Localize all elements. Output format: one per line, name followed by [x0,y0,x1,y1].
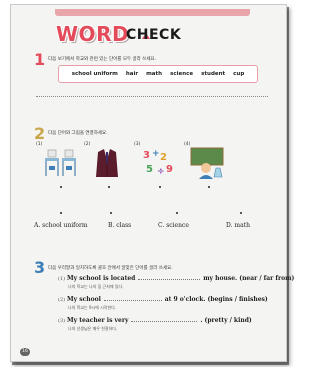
word-bank-item: school uniform [71,71,118,77]
school-uniform-icon [96,149,118,177]
word-bank-item: cup [233,71,245,77]
section-2-number: 2 [34,124,46,143]
sentence-end: my house. (near / far from) [203,275,295,282]
sentence-end: at 9 o'clock. (begins / finishes) [164,296,268,303]
korean-hint: 나의 선생님은 매우 친절하다. [68,326,118,331]
match-dot-picture[interactable] [159,186,161,188]
match-dot-picture[interactable] [108,186,110,188]
title-word: WORD [56,22,130,46]
svg-text:÷: ÷ [157,167,165,177]
svg-text:3: 3 [143,150,150,161]
section-3-number: 3 [34,258,46,277]
sentence-start: My school [67,296,101,303]
sentence-1: (1) My school is located my house. (near… [58,275,294,282]
svg-text:5: 5 [146,164,153,175]
title-check: CHECK [126,27,182,43]
sentence-number: (1) [58,276,66,282]
option-label: C. science [158,222,189,229]
sentence-start: My school is located [67,275,136,282]
answer-blank[interactable] [138,279,201,280]
sentence-3: (3) My teacher is very . (pretty / kind) [58,317,252,324]
sentence-2: (2) My school at 9 o'clock. (begins / fi… [58,296,268,303]
svg-text:9: 9 [166,164,173,175]
classroom-desks-icon [45,149,76,176]
match-dot-word[interactable] [110,212,112,214]
header-ribbon [55,9,250,16]
option-label: D. math [226,222,250,229]
sentence-start: My teacher is very [67,317,129,324]
match-dot-word[interactable] [176,212,178,214]
match-dot-picture[interactable] [208,186,210,188]
sentence-number: (2) [58,297,66,303]
page-number: 16 [20,348,30,356]
match-dot-word[interactable] [60,212,62,214]
section-3-instruction: 다음 우리말과 일치하도록 괄호 안에서 알맞은 단어를 골라 쓰세요. [48,266,173,271]
answer-blank[interactable] [103,300,162,301]
korean-hint: 나의 학교는 나의 집 근처에 있다. [68,284,124,289]
word-bank-item: student [201,71,226,77]
korean-hint: 나의 학교는 9시에 시작한다. [68,305,117,310]
sentence-end: . (pretty / kind) [200,317,252,324]
svg-text:+: + [152,149,160,159]
svg-text:2: 2 [160,152,167,163]
match-dot-picture[interactable] [60,186,62,188]
sentence-number: (3) [58,318,66,324]
math-numbers-icon: 3 + 2 5 ÷ 9 [143,149,173,177]
answer-line[interactable] [36,96,268,97]
word-bank-item: math [146,71,163,77]
word-bank-item: science [170,71,194,77]
word-bank-item: hair [125,71,139,77]
science-lab-icon [190,147,224,179]
match-dot-word[interactable] [240,212,242,214]
section-1-instruction: 다음 보기에서 학교와 관련 있는 단어를 모두 골라 쓰세요. [48,57,157,62]
section-1-number: 1 [34,50,46,69]
section-2-instruction: 다음 단어와 그림을 연결하세요. [48,131,108,136]
option-label: A. school uniform [34,222,88,229]
option-label: B. class [108,222,132,229]
answer-blank[interactable] [131,321,198,322]
word-bank: school uniform hair math science student… [58,65,258,83]
